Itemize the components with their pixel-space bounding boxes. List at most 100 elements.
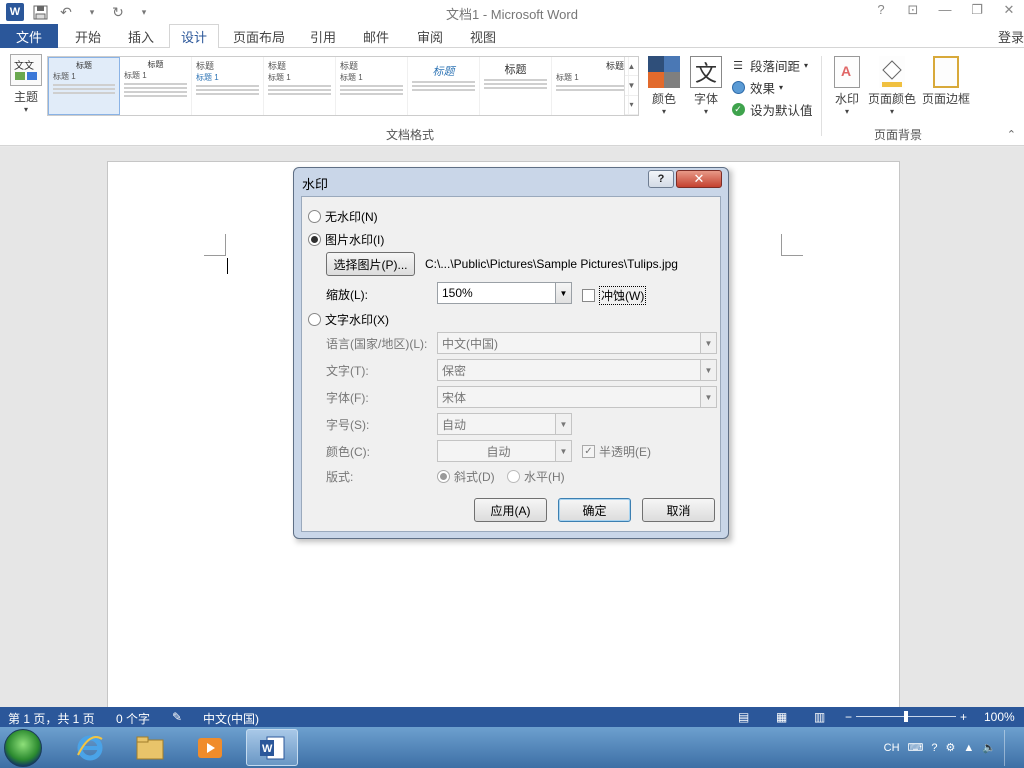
text-watermark-radio[interactable] bbox=[308, 313, 321, 326]
style-set-item[interactable]: 标题 标题 1 bbox=[336, 57, 408, 115]
picture-watermark-radio[interactable] bbox=[308, 233, 321, 246]
watermark-button[interactable]: A 水印 ▾ bbox=[832, 56, 862, 116]
volume-icon[interactable]: 🔈 bbox=[982, 741, 996, 754]
text-watermark-option[interactable]: 文字水印(X) bbox=[308, 311, 389, 328]
picture-watermark-option[interactable]: 图片水印(I) bbox=[308, 231, 384, 248]
zoom-level[interactable]: 100% bbox=[984, 710, 1015, 724]
word-icon[interactable]: W bbox=[246, 729, 298, 766]
select-picture-button[interactable]: 选择图片(P)... bbox=[326, 252, 415, 276]
combo-arrow-icon: ▼ bbox=[555, 441, 571, 461]
style-set-item[interactable]: 标题 标题 1 bbox=[120, 57, 192, 115]
fonts-button[interactable]: 文 字体 ▾ bbox=[688, 56, 724, 116]
gallery-up-icon[interactable]: ▲ bbox=[625, 57, 638, 77]
tools-icon[interactable]: ⚙ bbox=[946, 741, 956, 754]
scale-combo[interactable]: 150% ▼ bbox=[437, 282, 572, 304]
combo-arrow-icon: ▼ bbox=[700, 360, 716, 380]
dropdown-arrow-icon: ▾ bbox=[661, 107, 666, 116]
style-set-item[interactable]: 标题 标题 1 bbox=[552, 57, 629, 115]
gallery-down-icon[interactable]: ▼ bbox=[625, 76, 638, 96]
print-layout-icon[interactable]: ▦ bbox=[776, 710, 787, 724]
help-button[interactable]: ? bbox=[870, 2, 892, 18]
explorer-icon[interactable] bbox=[124, 729, 176, 766]
themes-button[interactable]: 文文 主题 ▾ bbox=[6, 54, 46, 118]
dialog-help-button[interactable]: ? bbox=[648, 170, 674, 188]
web-layout-icon[interactable]: ▥ bbox=[814, 710, 825, 724]
dialog-body: 无水印(N) 图片水印(I) 选择图片(P)... C:\...\Public\… bbox=[301, 196, 721, 532]
color-combo: 自动 ▼ bbox=[437, 440, 572, 462]
page-color-icon bbox=[879, 56, 905, 88]
help-icon[interactable]: ? bbox=[931, 742, 937, 754]
style-heading: 标题 1 bbox=[340, 73, 363, 82]
colors-button[interactable]: 颜色 ▾ bbox=[645, 56, 683, 116]
paragraph-spacing-button[interactable]: ☰ 段落间距 ▾ bbox=[730, 54, 813, 76]
tab-review[interactable]: 审阅 bbox=[406, 24, 454, 48]
no-watermark-label: 无水印(N) bbox=[325, 210, 378, 224]
tab-design[interactable]: 设计 bbox=[169, 24, 219, 49]
zoom-in-button[interactable]: + bbox=[960, 710, 967, 724]
svg-text:文文: 文文 bbox=[14, 59, 34, 72]
zoom-out-button[interactable]: − bbox=[845, 710, 852, 724]
tab-page-layout[interactable]: 页面布局 bbox=[224, 24, 294, 48]
ime-indicator[interactable]: CH bbox=[884, 742, 900, 754]
set-default-button[interactable]: ✓ 设为默认值 bbox=[730, 98, 813, 120]
media-player-icon[interactable] bbox=[184, 729, 236, 766]
group-separator bbox=[821, 56, 822, 136]
style-set-gallery: 标题 标题 1 标题 标题 1 标题 标题 1 标题 标题 1 标题 标题 1 … bbox=[47, 56, 639, 116]
style-heading: 标题 1 bbox=[268, 73, 291, 82]
style-heading: 标题 1 bbox=[196, 73, 219, 82]
cancel-button[interactable]: 取消 bbox=[642, 498, 715, 522]
washout-checkbox[interactable] bbox=[582, 289, 595, 302]
zoom-slider-thumb[interactable] bbox=[904, 711, 908, 722]
language-status[interactable]: 中文(中国) bbox=[203, 710, 259, 727]
taskbar: W CH ⌨ ? ⚙ ▲ 🔈 bbox=[0, 727, 1024, 768]
login-link[interactable]: 登录 bbox=[998, 27, 1024, 46]
proofing-icon[interactable]: ✎ bbox=[172, 710, 182, 724]
text-value: 保密 bbox=[442, 363, 467, 378]
ribbon-display-button[interactable]: ⊡ bbox=[902, 2, 924, 18]
style-preview-lines bbox=[340, 85, 403, 95]
start-button[interactable] bbox=[4, 729, 42, 767]
word-count[interactable]: 0 个字 bbox=[116, 710, 150, 727]
page-color-button[interactable]: 页面颜色 ▾ bbox=[866, 56, 918, 116]
dialog-close-button[interactable]: ✕ bbox=[676, 170, 722, 188]
gallery-more-icon[interactable]: ▾ bbox=[625, 96, 638, 115]
picture-watermark-label: 图片水印(I) bbox=[325, 233, 385, 247]
washout-option[interactable]: 冲蚀(W) bbox=[582, 286, 647, 305]
tray-expand-icon[interactable]: ▲ bbox=[963, 742, 974, 754]
tab-insert[interactable]: 插入 bbox=[116, 24, 166, 48]
page-color-label: 页面颜色 bbox=[867, 92, 916, 106]
effects-button[interactable]: 效果 ▾ bbox=[730, 76, 813, 98]
show-desktop-button[interactable] bbox=[1004, 729, 1016, 766]
maximize-button[interactable]: ❐ bbox=[966, 2, 988, 18]
style-set-item[interactable]: 标题 标题 1 bbox=[48, 57, 120, 115]
ok-button[interactable]: 确定 bbox=[558, 498, 631, 522]
apply-button[interactable]: 应用(A) bbox=[474, 498, 547, 522]
font-label-text: 字体(F): bbox=[326, 391, 369, 405]
tab-view[interactable]: 视图 bbox=[460, 24, 506, 48]
style-set-item[interactable]: 标题 标题 1 bbox=[192, 57, 264, 115]
combo-arrow-icon[interactable]: ▼ bbox=[555, 283, 571, 303]
no-watermark-radio[interactable] bbox=[308, 210, 321, 223]
diagonal-option: 斜式(D) bbox=[437, 468, 495, 485]
style-set-item[interactable]: 标题 标题 1 bbox=[264, 57, 336, 115]
tab-home[interactable]: 开始 bbox=[62, 24, 114, 48]
close-button[interactable]: ✕ bbox=[998, 2, 1020, 18]
minimize-button[interactable]: — bbox=[934, 2, 956, 18]
style-heading: 标题 1 bbox=[53, 72, 76, 81]
tab-file[interactable]: 文件 bbox=[0, 24, 58, 48]
style-set-item[interactable]: 标题 bbox=[480, 57, 552, 115]
ie-icon[interactable] bbox=[64, 729, 116, 766]
page-count[interactable]: 第 1 页，共 1 页 bbox=[8, 710, 95, 727]
tab-references[interactable]: 引用 bbox=[300, 24, 346, 48]
group-label-page-bg: 页面背景 bbox=[874, 128, 923, 142]
style-preview-lines bbox=[556, 85, 624, 91]
no-watermark-option[interactable]: 无水印(N) bbox=[308, 208, 378, 225]
read-mode-icon[interactable]: ▤ bbox=[738, 710, 749, 724]
keyboard-icon[interactable]: ⌨ bbox=[908, 741, 924, 754]
status-bar: 第 1 页，共 1 页 0 个字 ✎ 中文(中国) ▤ ▦ ▥ − + 100% bbox=[0, 707, 1024, 727]
collapse-ribbon-icon[interactable]: ⌃ bbox=[1007, 128, 1016, 141]
style-set-item[interactable]: 标题 bbox=[408, 57, 480, 115]
page-border-button[interactable]: 页面边框 bbox=[920, 56, 972, 107]
tab-mailings[interactable]: 邮件 bbox=[352, 24, 400, 48]
layout-label: 版式: bbox=[326, 468, 353, 485]
